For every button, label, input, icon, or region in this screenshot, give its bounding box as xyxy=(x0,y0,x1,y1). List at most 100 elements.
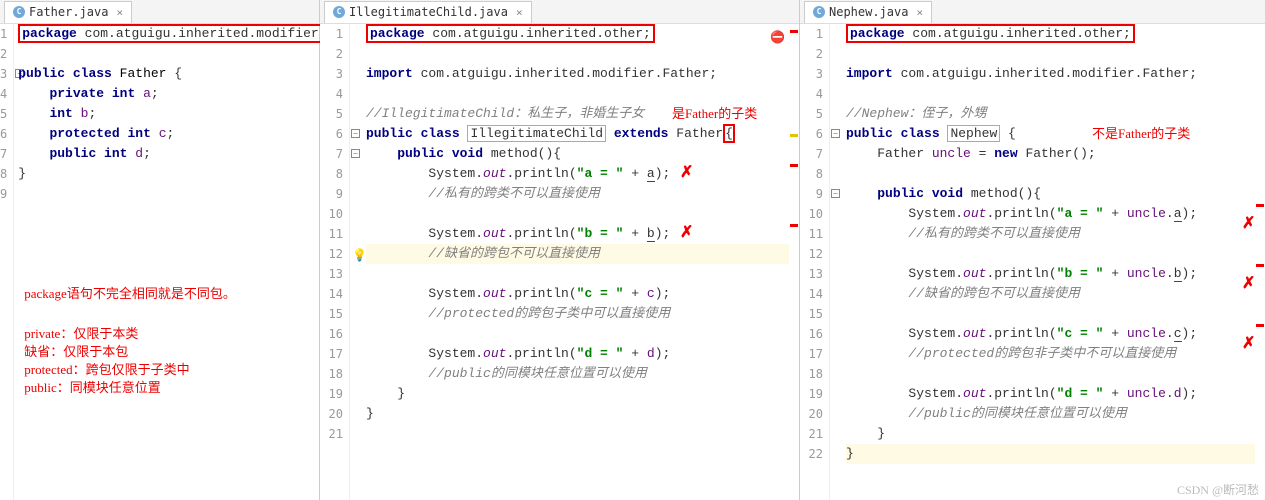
error-strip-mark[interactable] xyxy=(790,134,798,137)
code-line[interactable]: } xyxy=(846,444,1255,464)
code-line[interactable]: public class Nephew { xyxy=(846,124,1255,144)
fold-toggle[interactable]: − xyxy=(831,189,840,198)
code-area[interactable]: package com.atguigu.inherited.other; imp… xyxy=(842,24,1255,500)
code-line[interactable]: //protected的跨包非子类中不可以直接使用 xyxy=(846,344,1255,364)
error-strip-mark[interactable] xyxy=(790,30,798,33)
code-line[interactable]: } xyxy=(366,384,789,404)
annotation-text: package语句不完全相同就是不同包。 xyxy=(24,284,236,304)
code-line[interactable] xyxy=(366,264,789,284)
code-line[interactable]: Father uncle = new Father(); xyxy=(846,144,1255,164)
annotation-text: protected：跨包仅限于子类中 xyxy=(24,360,189,380)
code-line[interactable] xyxy=(366,424,789,444)
error-x-icon: ✗ xyxy=(1242,274,1255,294)
code-editor[interactable]: 12345678910111213141516171819202122−−pac… xyxy=(800,24,1265,500)
code-line[interactable] xyxy=(18,184,330,204)
code-line[interactable]: private int a; xyxy=(18,84,330,104)
fold-toggle[interactable]: − xyxy=(351,149,360,158)
code-line[interactable]: import com.atguigu.inherited.modifier.Fa… xyxy=(366,64,789,84)
watermark: CSDN @断河愁 xyxy=(1177,481,1259,498)
tab-label: Nephew.java xyxy=(829,5,908,19)
code-line[interactable]: //public的同模块任意位置可以使用 xyxy=(366,364,789,384)
code-editor[interactable]: 123456789−package com.atguigu.inherited.… xyxy=(0,24,319,500)
code-line[interactable]: System.out.println("b = " + uncle.b); xyxy=(846,264,1255,284)
code-line[interactable] xyxy=(846,44,1255,64)
intention-bulb-icon[interactable]: 💡 xyxy=(352,246,367,266)
code-line[interactable]: //缺省的跨包不可以直接使用 xyxy=(846,284,1255,304)
code-line[interactable] xyxy=(366,324,789,344)
code-line[interactable]: System.out.println("c = " + uncle.c); xyxy=(846,324,1255,344)
close-icon[interactable]: × xyxy=(516,6,523,19)
code-line[interactable] xyxy=(366,204,789,224)
code-line[interactable]: //protected的跨包子类中可以直接使用 xyxy=(366,304,789,324)
code-area[interactable]: package com.atguigu.inherited.modifier; … xyxy=(14,24,330,500)
code-editor[interactable]: 123456789101112131415161718192021−−packa… xyxy=(320,24,799,500)
annotation-text: 不是Father的子类 xyxy=(1092,124,1190,144)
tab-bar: CNephew.java× xyxy=(800,0,1265,24)
java-class-icon: C xyxy=(333,6,345,18)
tab-bar: C IllegitimateChild.java × xyxy=(320,0,799,24)
close-icon[interactable]: × xyxy=(116,6,123,19)
error-strip-mark[interactable] xyxy=(790,164,798,167)
error-strip[interactable] xyxy=(789,24,799,500)
code-line[interactable]: package com.atguigu.inherited.modifier; xyxy=(18,24,330,44)
code-line[interactable]: System.out.println("d = " + d); xyxy=(366,344,789,364)
java-class-icon: C xyxy=(13,6,25,18)
code-line[interactable]: System.out.println("d = " + uncle.d); xyxy=(846,384,1255,404)
close-icon[interactable]: × xyxy=(916,6,923,19)
code-line[interactable]: //public的同模块任意位置可以使用 xyxy=(846,404,1255,424)
fold-toggle[interactable]: − xyxy=(831,129,840,138)
code-line[interactable] xyxy=(846,244,1255,264)
error-strip-mark[interactable] xyxy=(790,224,798,227)
code-line[interactable] xyxy=(18,44,330,64)
code-line[interactable]: System.out.println("a = " + a); xyxy=(366,164,789,184)
fold-toggle[interactable]: − xyxy=(351,129,360,138)
error-x-icon: ✗ xyxy=(680,223,693,243)
code-line[interactable]: //私有的跨类不可以直接使用 xyxy=(846,224,1255,244)
code-line[interactable]: public int d; xyxy=(18,144,330,164)
code-line[interactable]: //Nephew：侄子，外甥 xyxy=(846,104,1255,124)
tab-label: Father.java xyxy=(29,5,108,19)
error-strip-mark[interactable] xyxy=(1256,264,1264,267)
code-line[interactable]: //私有的跨类不可以直接使用 xyxy=(366,184,789,204)
code-line[interactable]: public class Father { xyxy=(18,64,330,84)
annotation-text: 缺省：仅限于本包 xyxy=(24,342,128,362)
code-line[interactable] xyxy=(846,84,1255,104)
code-line[interactable] xyxy=(846,164,1255,184)
error-strip-mark[interactable] xyxy=(1256,204,1264,207)
code-line[interactable]: int b; xyxy=(18,104,330,124)
error-strip[interactable] xyxy=(1255,24,1265,500)
code-line[interactable]: import com.atguigu.inherited.modifier.Fa… xyxy=(846,64,1255,84)
code-line[interactable]: //缺省的跨包不可以直接使用 xyxy=(366,244,789,264)
error-indicator-icon[interactable]: ⛔ xyxy=(770,28,785,48)
error-strip-mark[interactable] xyxy=(1256,324,1264,327)
error-x-icon: ✗ xyxy=(1242,334,1255,354)
code-line[interactable]: } xyxy=(18,164,330,184)
code-line[interactable]: protected int c; xyxy=(18,124,330,144)
code-line[interactable] xyxy=(366,84,789,104)
code-line[interactable]: package com.atguigu.inherited.other; xyxy=(366,24,789,44)
code-line[interactable]: System.out.println("a = " + uncle.a); xyxy=(846,204,1255,224)
editor-pane: C Father.java × 123456789−package com.atgui… xyxy=(0,0,320,500)
editor-pane: CNephew.java×123456789101112131415161718… xyxy=(800,0,1265,500)
line-gutter: 123456789101112131415161718192021 xyxy=(320,24,350,500)
code-line[interactable]: package com.atguigu.inherited.other; xyxy=(846,24,1255,44)
code-line[interactable]: public void method(){ xyxy=(366,144,789,164)
code-line[interactable]: public void method(){ xyxy=(846,184,1255,204)
tab-label: IllegitimateChild.java xyxy=(349,5,508,19)
file-tab[interactable]: C Father.java × xyxy=(4,1,132,23)
code-line[interactable] xyxy=(846,304,1255,324)
code-line[interactable] xyxy=(846,364,1255,384)
code-area[interactable]: package com.atguigu.inherited.other; imp… xyxy=(362,24,789,500)
code-line[interactable] xyxy=(366,44,789,64)
tab-bar: C Father.java × xyxy=(0,0,319,24)
annotation-text: public：同模块任意位置 xyxy=(24,378,161,398)
code-line[interactable]: } xyxy=(366,404,789,424)
code-line[interactable]: System.out.println("c = " + c); xyxy=(366,284,789,304)
annotation-text: 是Father的子类 xyxy=(672,104,757,124)
code-line[interactable]: System.out.println("b = " + b); xyxy=(366,224,789,244)
editor-pane: C IllegitimateChild.java × 1234567891011121… xyxy=(320,0,800,500)
code-line[interactable]: } xyxy=(846,424,1255,444)
file-tab[interactable]: C IllegitimateChild.java × xyxy=(324,1,532,23)
file-tab[interactable]: CNephew.java× xyxy=(804,1,932,23)
code-line[interactable]: public class IllegitimateChild extends F… xyxy=(366,124,789,144)
